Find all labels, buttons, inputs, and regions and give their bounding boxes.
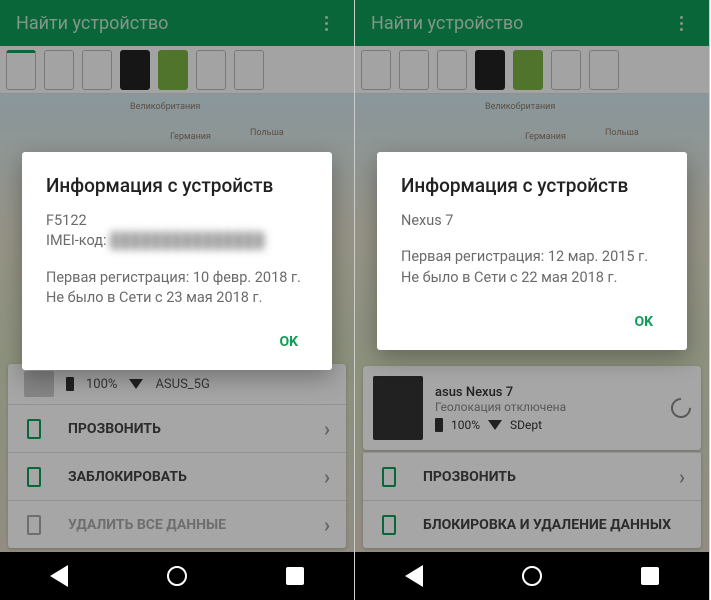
- dialog-title: Информация с устройств: [46, 174, 308, 197]
- nav-recent-icon[interactable]: [641, 567, 659, 585]
- nav-back-icon[interactable]: [405, 565, 423, 587]
- last-seen: Не было в Сети с 22 мая 2018 г.: [401, 268, 663, 288]
- dialog-scrim[interactable]: Информация с устройств Nexus 7 Первая ре…: [355, 0, 709, 600]
- screen-right: Найти устройство Великобритания Германия…: [355, 0, 710, 600]
- last-seen: Не было в Сети с 23 мая 2018 г.: [46, 288, 308, 308]
- ok-button[interactable]: OK: [624, 306, 663, 338]
- ok-button[interactable]: OK: [269, 326, 308, 358]
- device-info-dialog: Информация с устройств Nexus 7 Первая ре…: [377, 152, 687, 350]
- nav-home-icon[interactable]: [167, 566, 187, 586]
- device-info-dialog: Информация с устройств F5122 IMEI-код: █…: [22, 152, 332, 370]
- dialog-title: Информация с устройств: [401, 174, 663, 197]
- dialog-scrim[interactable]: Информация с устройств F5122 IMEI-код: █…: [0, 0, 354, 600]
- imei-value: ███████████████: [110, 232, 264, 249]
- first-registration: Первая регистрация: 10 февр. 2018 г.: [46, 268, 308, 288]
- screen-left: Найти устройство Великобритания Германия…: [0, 0, 355, 600]
- device-model: F5122: [46, 211, 308, 231]
- first-registration: Первая регистрация: 12 мар. 2015 г.: [401, 247, 663, 267]
- nav-recent-icon[interactable]: [286, 567, 304, 585]
- nav-home-icon[interactable]: [522, 566, 542, 586]
- android-navbar: [0, 552, 354, 600]
- imei-row: IMEI-код: ███████████████: [46, 231, 308, 251]
- android-navbar: [355, 552, 709, 600]
- device-model: Nexus 7: [401, 211, 663, 231]
- nav-back-icon[interactable]: [50, 565, 68, 587]
